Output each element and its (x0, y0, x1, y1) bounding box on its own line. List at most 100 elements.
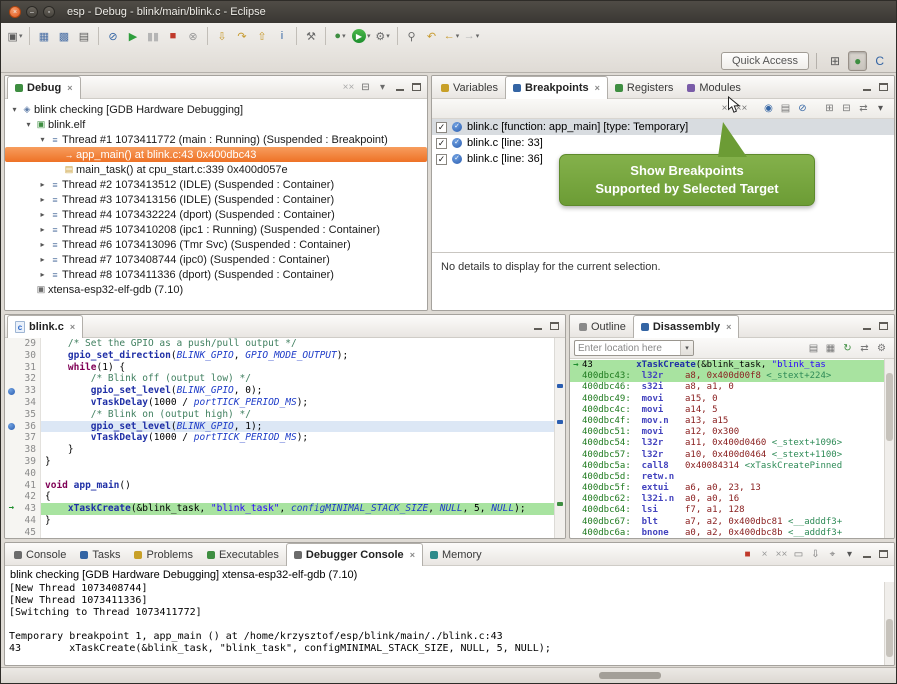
minimize-view-button[interactable] (858, 546, 875, 562)
back-button[interactable]: ←▾ (442, 26, 462, 46)
disassembly-scrollbar[interactable] (884, 359, 894, 538)
twisty-closed-icon[interactable]: ▸ (37, 225, 48, 234)
window-maximize-button[interactable]: ▫ (43, 6, 55, 18)
disassembly-line[interactable]: 400dbc4f: mov.n a13, a15 (570, 416, 894, 427)
code-text[interactable]: gpio_set_level(BLINK_GPIO, 1); (41, 421, 554, 433)
overview-breakpoint-mark[interactable] (557, 420, 563, 424)
close-tab-icon[interactable]: × (595, 83, 600, 93)
twisty-closed-icon[interactable]: ▸ (37, 270, 48, 279)
editor-line[interactable]: 31 while(1) { (5, 362, 565, 374)
code-text[interactable]: xTaskCreate(&blink_task, "blink_task", c… (41, 503, 554, 515)
twisty-closed-icon[interactable]: ▸ (37, 180, 48, 189)
twisty-open-icon[interactable]: ▾ (9, 105, 20, 114)
editor-line[interactable]: 33 gpio_set_level(BLINK_GPIO, 0); (5, 385, 565, 397)
disassembly-line[interactable]: 400dbc51: movi a12, 0x300 (570, 427, 894, 438)
tab-debug[interactable]: Debug × (7, 76, 81, 99)
code-text[interactable]: } (41, 456, 554, 468)
editor-line[interactable]: 45 (5, 527, 565, 538)
terminate-button[interactable]: ■ (163, 26, 183, 46)
quick-access-button[interactable]: Quick Access (721, 52, 809, 70)
breakpoint-checkbox[interactable]: ✓ (436, 154, 447, 165)
code-text[interactable]: /* Blink on (output high) */ (41, 409, 554, 421)
editor-line[interactable]: →43 xTaskCreate(&blink_task, "blink_task… (5, 503, 565, 515)
debug-tree-item[interactable]: ▸≡Thread #8 1073411336 (dport) (Suspende… (5, 267, 427, 282)
debug-tree-item[interactable]: ▾◈blink checking [GDB Hardware Debugging… (5, 102, 427, 117)
scrollbar-handle[interactable] (886, 373, 893, 441)
remove-all-terminated-button[interactable]: ×× (340, 79, 357, 95)
tab-executables[interactable]: Executables (200, 544, 286, 565)
breakpoint-item[interactable]: ✓✓blink.c [line: 33] (432, 135, 894, 151)
search-button[interactable]: ⚲ (402, 26, 422, 46)
code-text[interactable]: } (41, 444, 554, 456)
debug-tree-item[interactable]: ▾≡Thread #1 1073411772 (main : Running) … (5, 132, 427, 147)
new-wizard-button[interactable]: ▣▾ (5, 26, 25, 46)
debug-tree-item[interactable]: ▸≡Thread #4 1073432224 (dport) (Suspende… (5, 207, 427, 222)
debug-tree-item[interactable]: ▸≡Thread #5 1073410208 (ipc1 : Running) … (5, 222, 427, 237)
debug-tree-item[interactable]: ▸≡Thread #3 1073413156 (IDLE) (Suspended… (5, 192, 427, 207)
code-text[interactable]: while(1) { (41, 362, 554, 374)
step-return-button[interactable]: ⇧ (252, 26, 272, 46)
save-button[interactable]: ▦ (34, 26, 54, 46)
tab-outline[interactable]: Outline (572, 316, 633, 337)
tab-variables[interactable]: Variables (434, 77, 505, 98)
close-tab-icon[interactable]: × (410, 550, 415, 560)
expand-all-button[interactable]: ⊞ (821, 101, 838, 117)
minimize-view-button[interactable] (529, 318, 546, 334)
resume-button[interactable]: ▶ (123, 26, 143, 46)
maximize-view-button[interactable] (875, 546, 892, 562)
code-text[interactable]: gpio_set_direction(BLINK_GPIO, GPIO_MODE… (41, 350, 554, 362)
location-combo[interactable]: Enter location here ▾ (574, 340, 694, 356)
step-into-button[interactable]: ⇩ (212, 26, 232, 46)
editor-body[interactable]: 29 /* Set the GPIO as a push/pull output… (5, 338, 565, 538)
disassembly-line[interactable]: 400dbc6a: bnone a0, a2, 0x400dbc8b <__ad… (570, 528, 894, 538)
code-text[interactable] (41, 527, 554, 538)
breakpoint-marker-icon[interactable] (5, 421, 18, 433)
collapse-all-button[interactable]: ⊟ (838, 101, 855, 117)
tab-problems[interactable]: Problems (127, 544, 199, 565)
scroll-lock-toggle[interactable]: ⇩ (807, 546, 824, 562)
disassembly-line[interactable]: 400dbc5f: extui a6, a0, 23, 13 (570, 483, 894, 494)
debug-tree-item[interactable]: ▤main_task() at cpu_start.c:339 0x400d05… (5, 162, 427, 177)
overview-current-line-mark[interactable] (557, 502, 563, 506)
print-button[interactable]: ▤ (74, 26, 94, 46)
editor-line[interactable]: 30 gpio_set_direction(BLINK_GPIO, GPIO_M… (5, 350, 565, 362)
disassembly-line[interactable]: 400dbc57: l32r a10, 0x400d0464 <_stext+1… (570, 450, 894, 461)
location-input[interactable]: Enter location here (575, 343, 680, 354)
editor-line[interactable]: 41void app_main() (5, 480, 565, 492)
editor-line[interactable]: 42{ (5, 491, 565, 503)
window-minimize-button[interactable]: – (26, 6, 38, 18)
overview-breakpoint-mark[interactable] (557, 384, 563, 388)
refresh-view-button[interactable]: ↻ (839, 340, 856, 356)
disassembly-line[interactable]: 400dbc67: blt a7, a2, 0x400dbc81 <__addd… (570, 517, 894, 528)
disconnect-button[interactable]: ⊗ (183, 26, 203, 46)
console-display-menu-button[interactable]: ▾ (841, 546, 858, 562)
breakpoint-checkbox[interactable]: ✓ (436, 138, 447, 149)
editor-line[interactable]: 34 vTaskDelay(1000 / portTICK_PERIOD_MS)… (5, 397, 565, 409)
code-text[interactable]: vTaskDelay(1000 / portTICK_PERIOD_MS); (41, 397, 554, 409)
collapse-all-button[interactable]: ⊟ (357, 79, 374, 95)
show-source-toggle[interactable]: ▤ (805, 340, 822, 356)
window-close-button[interactable]: × (9, 6, 21, 18)
disassembly-body[interactable]: →43 xTaskCreate(&blink_task, "blink_tas4… (570, 359, 894, 538)
tab-console[interactable]: Console (7, 544, 73, 565)
breakpoint-marker-icon[interactable] (5, 385, 18, 397)
twisty-closed-icon[interactable]: ▸ (37, 255, 48, 264)
editor-line[interactable]: 39} (5, 456, 565, 468)
disassembly-line[interactable]: 400dbc49: movi a15, 0 (570, 394, 894, 405)
save-all-button[interactable]: ▩ (54, 26, 74, 46)
minimize-view-button[interactable] (858, 79, 875, 95)
code-text[interactable]: vTaskDelay(1000 / portTICK_PERIOD_MS); (41, 432, 554, 444)
tab-registers[interactable]: Registers (608, 77, 680, 98)
instruction-pointer-icon[interactable]: → (5, 503, 18, 515)
clear-console-button[interactable]: ▭ (790, 546, 807, 562)
maximize-view-button[interactable] (875, 318, 892, 334)
editor-line[interactable]: 32 /* Blink off (output low) */ (5, 373, 565, 385)
run-config-button[interactable]: ▶▾ (350, 26, 373, 46)
tab-debugger-console[interactable]: Debugger Console× (286, 543, 423, 566)
skip-all-breakpoints-toggle[interactable]: ⊘ (794, 101, 811, 117)
tab-blink-c[interactable]: c blink.c × (7, 315, 83, 338)
twisty-closed-icon[interactable]: ▸ (37, 240, 48, 249)
code-text[interactable] (41, 468, 554, 480)
disassembly-line[interactable]: 400dbc4c: movi a14, 5 (570, 405, 894, 416)
twisty-closed-icon[interactable]: ▸ (37, 195, 48, 204)
